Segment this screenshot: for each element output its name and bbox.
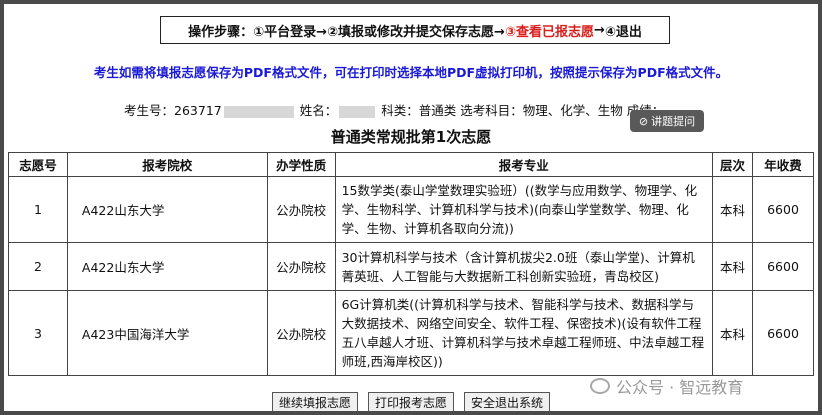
table-row: 1 A422山东大学 公办院校 15数学类(泰山学堂数理实验班）((数学与应用数… [8,176,814,243]
header-school: 报考院校 [66,152,268,177]
student-info: 考生号：263717 姓名： 科类：普通类 选考科目：物理、化学、生物 成绩： [124,100,664,119]
cell-major: 15数学类(泰山学堂数理实验班）((数学与应用数学、物理学、化学、生物科学、计算… [334,176,714,243]
cell-choice-no: 3 [8,290,68,376]
step-arrow: → [593,22,605,38]
steps-prefix: 操作步骤： [188,24,254,40]
exam-number-value: 263717 [174,103,222,118]
print-choices-button[interactable]: 打印报考志愿 [367,392,454,411]
table-row: 2 A422山东大学 公办院校 30计算机科学与技术（含计算机拔尖2.0班（泰山… [8,242,814,291]
safe-exit-button[interactable]: 安全退出系统 [464,392,551,411]
header-level: 层次 [712,152,753,177]
page-title: 普通类常规批第1次志愿 [330,128,492,146]
cell-level: 本科 [712,176,753,243]
choices-table: 志愿号 报考院校 办学性质 报考专业 层次 年收费 1 A422山东大学 公办院… [8,152,814,376]
step-fill: ②填报或修改并提交保存志愿→ [327,24,505,40]
header-type: 办学性质 [266,152,336,177]
table-header-row: 志愿号 报考院校 办学性质 报考专业 层次 年收费 [8,152,814,177]
category-label: 科类： [381,103,419,118]
exam-number-label: 考生号： [124,103,175,118]
cell-major: 30计算机科学与技术（含计算机拔尖2.0班（泰山学堂)、计算机菁英班、人工智能与… [334,242,714,291]
action-bar: 继续填报志愿 打印报考志愿 安全退出系统 [4,392,818,411]
cell-school: A423中国海洋大学 [66,290,268,376]
category-value: 普通类 [418,103,457,118]
cell-type: 公办院校 [266,176,336,243]
cell-choice-no: 1 [8,176,68,243]
cell-fee: 6600 [752,242,814,291]
cell-major: 6G计算机类((计算机科学与技术、智能科学与技术、数据科学与大数据技术、网络空间… [334,290,714,376]
cell-school: A422山东大学 [66,242,268,291]
table-row: 3 A423中国海洋大学 公办院校 6G计算机类((计算机科学与技术、智能科学与… [8,290,814,376]
cell-type: 公办院校 [266,290,336,376]
cell-type: 公办院校 [266,242,336,291]
page-frame: 操作步骤： ①平台登录→ ②填报或修改并提交保存志愿→ ③查看已报志愿 → ④退… [4,4,818,411]
pdf-notice: 考生如需将填报志愿保存为PDF格式文件，可在打印时选择本地PDF虚拟打印机，按照… [93,65,729,80]
redacted-mask [339,105,376,118]
cell-school: A422山东大学 [66,176,268,243]
name-label: 姓名： [299,103,338,118]
header-major: 报考专业 [334,152,714,177]
step-exit: ④退出 [604,24,642,40]
cell-level: 本科 [712,290,753,376]
step-login: ①平台登录→ [253,24,328,40]
subjects-label: 选考科目： [460,103,523,118]
cell-choice-no: 2 [8,242,68,291]
header-fee: 年收费 [752,152,814,177]
cell-fee: 6600 [752,290,814,376]
step-view-current: ③查看已报志愿 [504,24,594,40]
operation-steps: 操作步骤： ①平台登录→ ②填报或修改并提交保存志愿→ ③查看已报志愿 → ④退… [160,16,670,44]
header-choice-no: 志愿号 [8,152,68,177]
continue-fill-button[interactable]: 继续填报志愿 [271,392,358,411]
redacted-mask [223,105,294,118]
cell-level: 本科 [712,242,753,291]
subjects-value: 物理、化学、生物 [522,103,623,118]
cell-fee: 6600 [752,176,814,243]
